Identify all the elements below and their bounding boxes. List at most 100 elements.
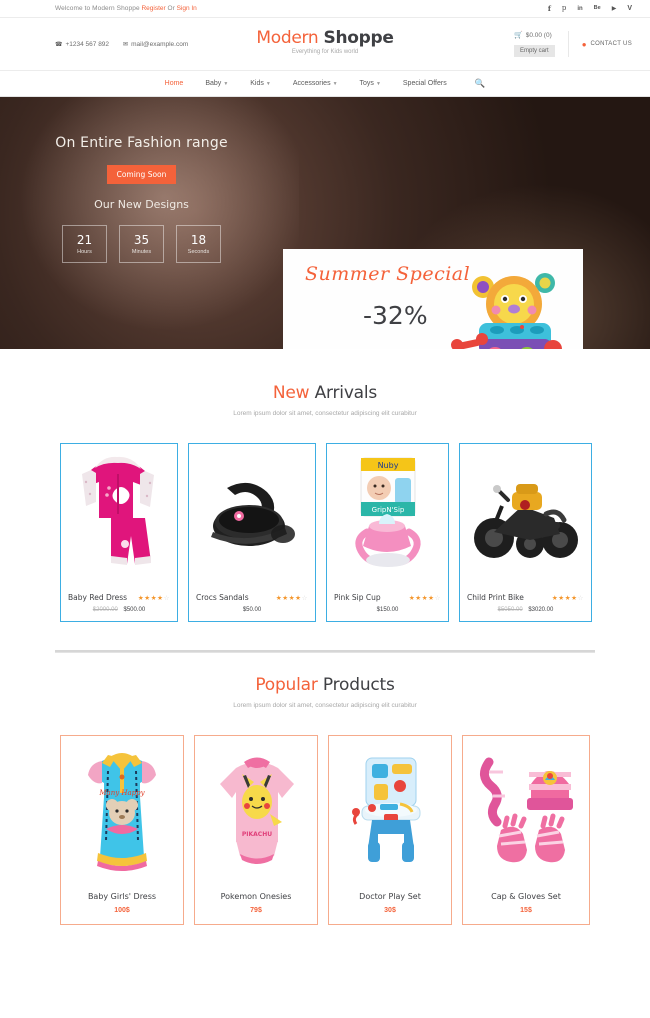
header-right: 🛒 $0.00 (0) Empty cart ● CONTACT US: [514, 31, 632, 57]
logo-first-word: Modern: [256, 28, 319, 48]
product-meta: Pink Sip Cup ★★★★☆ $150.00: [327, 589, 448, 621]
svg-text:GripN'Sip: GripN'Sip: [372, 506, 405, 514]
countdown-value: 18: [190, 233, 207, 247]
product-thumbnail: [329, 736, 451, 886]
product-meta: Pokemon Onesies 79$: [195, 886, 317, 924]
nav-item-home[interactable]: Home: [165, 80, 184, 87]
product-card[interactable]: Nuby GripN'Sip Pink Sip Cup ★★★★☆ $150.0…: [326, 443, 449, 622]
product-meta: Baby Girls' Dress 100$: [61, 886, 183, 924]
product-old-price: $2000.00: [92, 607, 118, 613]
facebook-icon[interactable]: f: [548, 5, 551, 12]
popular-products-subtitle: Lorem ipsum dolor sit amet, consectetur …: [233, 702, 417, 709]
product-price: $3020.00: [528, 607, 554, 613]
product-name: Crocs Sandals: [196, 593, 249, 602]
section-divider: [55, 650, 595, 653]
promo-slider[interactable]: Summer Special -32%: [283, 249, 583, 349]
product-card[interactable]: Crocs Sandals ★★★★☆ $50.00: [188, 443, 316, 622]
countdown-hours: 21 Hours: [62, 225, 107, 263]
product-meta: Cap & Gloves Set 15$: [463, 886, 589, 924]
countdown-value: 21: [76, 233, 93, 247]
behance-icon[interactable]: Be: [594, 5, 601, 12]
product-card[interactable]: Cap & Gloves Set 15$: [462, 735, 590, 925]
or-text: Or: [167, 5, 175, 12]
nav-item-kids[interactable]: Kids ▼: [250, 80, 271, 87]
coming-soon-button[interactable]: Coming Soon: [106, 165, 177, 184]
phone-info: ☎ +1234 567 892: [55, 41, 109, 48]
nav-item-baby[interactable]: Baby ▼: [205, 80, 228, 87]
register-link[interactable]: Register: [141, 5, 165, 12]
product-prices: $50.00: [196, 607, 308, 613]
page-root: Welcome to Modern Shoppe Register Or Sig…: [0, 0, 650, 925]
product-price: 15$: [520, 907, 532, 914]
site-header: ☎ +1234 567 892 ✉ mail@example.com Modern …: [0, 18, 650, 71]
product-name: Doctor Play Set: [359, 892, 421, 901]
product-name: Pink Sip Cup: [334, 593, 381, 602]
chevron-down-icon: ▼: [332, 81, 338, 87]
product-card[interactable]: PIKACHU Pokemon Onesies 79$: [194, 735, 318, 925]
youtube-icon[interactable]: ▶: [612, 6, 617, 12]
product-meta: Crocs Sandals ★★★★☆ $50.00: [189, 589, 315, 621]
countdown-seconds: 18 Seconds: [176, 225, 221, 263]
cart-widget[interactable]: 🛒 $0.00 (0) Empty cart: [514, 31, 555, 57]
sign-in-link[interactable]: Sign In: [177, 5, 197, 12]
product-card[interactable]: Many Happy Baby Girls' Dress 100$: [60, 735, 184, 925]
vimeo-icon[interactable]: V: [627, 5, 632, 12]
product-price: $150.00: [376, 607, 399, 613]
nav-label: Kids: [250, 80, 264, 87]
chevron-down-icon: ▼: [223, 81, 229, 87]
product-thumbnail: Many Happy: [61, 736, 183, 886]
product-name: Pokemon Onesies: [220, 892, 292, 901]
title-rest: Arrivals: [314, 383, 378, 403]
countdown-label: Hours: [77, 249, 92, 255]
svg-text:PIKACHU: PIKACHU: [241, 831, 271, 838]
product-card[interactable]: Baby Red Dress ★★★★☆ $2000.00 $500.00: [60, 443, 178, 622]
title-highlight: New: [272, 383, 310, 403]
cart-icon: 🛒: [514, 32, 523, 39]
product-name: Baby Red Dress: [68, 593, 128, 602]
countdown-minutes: 35 Minutes: [119, 225, 164, 263]
product-thumbnail: [463, 736, 589, 886]
product-thumbnail: [460, 444, 591, 589]
product-price: 79$: [250, 907, 262, 914]
new-arrivals-title: New Arrivals: [0, 383, 650, 403]
contact-us-link[interactable]: ● CONTACT US: [567, 31, 632, 57]
envelope-icon: ✉: [123, 41, 129, 48]
welcome-text: Welcome to Modern Shoppe: [55, 5, 140, 12]
product-rating: ★★★★☆: [275, 594, 308, 602]
promo-toy-image: [451, 273, 562, 349]
hero-headline: On Entire Fashion range: [55, 135, 228, 151]
title-rest: Products: [322, 675, 395, 695]
main-navigation: Home Baby ▼ Kids ▼ Accessories ▼ Toys ▼ Spec…: [0, 71, 650, 97]
cap-and-gloves-set-image: [480, 757, 573, 862]
product-price: $50.00: [242, 607, 262, 613]
product-price: 30$: [384, 907, 396, 914]
product-meta: Child Print Bike ★★★★☆ $5050.00 $3020.00: [460, 589, 591, 621]
product-card[interactable]: Child Print Bike ★★★★☆ $5050.00 $3020.00: [459, 443, 592, 622]
countdown-timer: 21 Hours 35 Minutes 18 Seconds: [0, 225, 283, 263]
baby-red-dress-image: [82, 456, 154, 565]
svg-text:Nuby: Nuby: [378, 461, 399, 470]
popular-products-section: Popular Products Lorem ipsum dolor sit a…: [0, 675, 650, 925]
product-old-price: $5050.00: [497, 607, 523, 613]
header-contact-info: ☎ +1234 567 892 ✉ mail@example.com: [55, 41, 188, 48]
social-links: f p in Be ▶ V: [548, 5, 632, 13]
product-name: Baby Girls' Dress: [87, 892, 157, 901]
baby-girls-dress-image: Many Happy: [88, 753, 156, 871]
countdown-label: Minutes: [131, 249, 152, 255]
hero-subline: Our New Designs: [94, 198, 189, 211]
product-name: Cap & Gloves Set: [491, 892, 561, 901]
title-highlight: Popular: [255, 675, 318, 695]
linkedin-icon[interactable]: in: [577, 6, 582, 12]
phone-number: +1234 567 892: [65, 40, 110, 48]
nav-item-toys[interactable]: Toys ▼: [360, 80, 381, 87]
nav-item-accessories[interactable]: Accessories ▼: [293, 80, 338, 87]
product-card[interactable]: Doctor Play Set 30$: [328, 735, 452, 925]
nav-item-special-offers[interactable]: Special Offers: [403, 80, 447, 87]
empty-cart-button[interactable]: Empty cart: [514, 45, 555, 57]
product-rating: ★★★★☆: [408, 594, 441, 602]
search-icon[interactable]: 🔍: [475, 78, 486, 89]
contact-us-label: CONTACT US: [590, 41, 632, 47]
chevron-down-icon: ▼: [375, 81, 381, 87]
pinterest-icon[interactable]: p: [562, 5, 566, 12]
product-price: $500.00: [123, 607, 146, 613]
